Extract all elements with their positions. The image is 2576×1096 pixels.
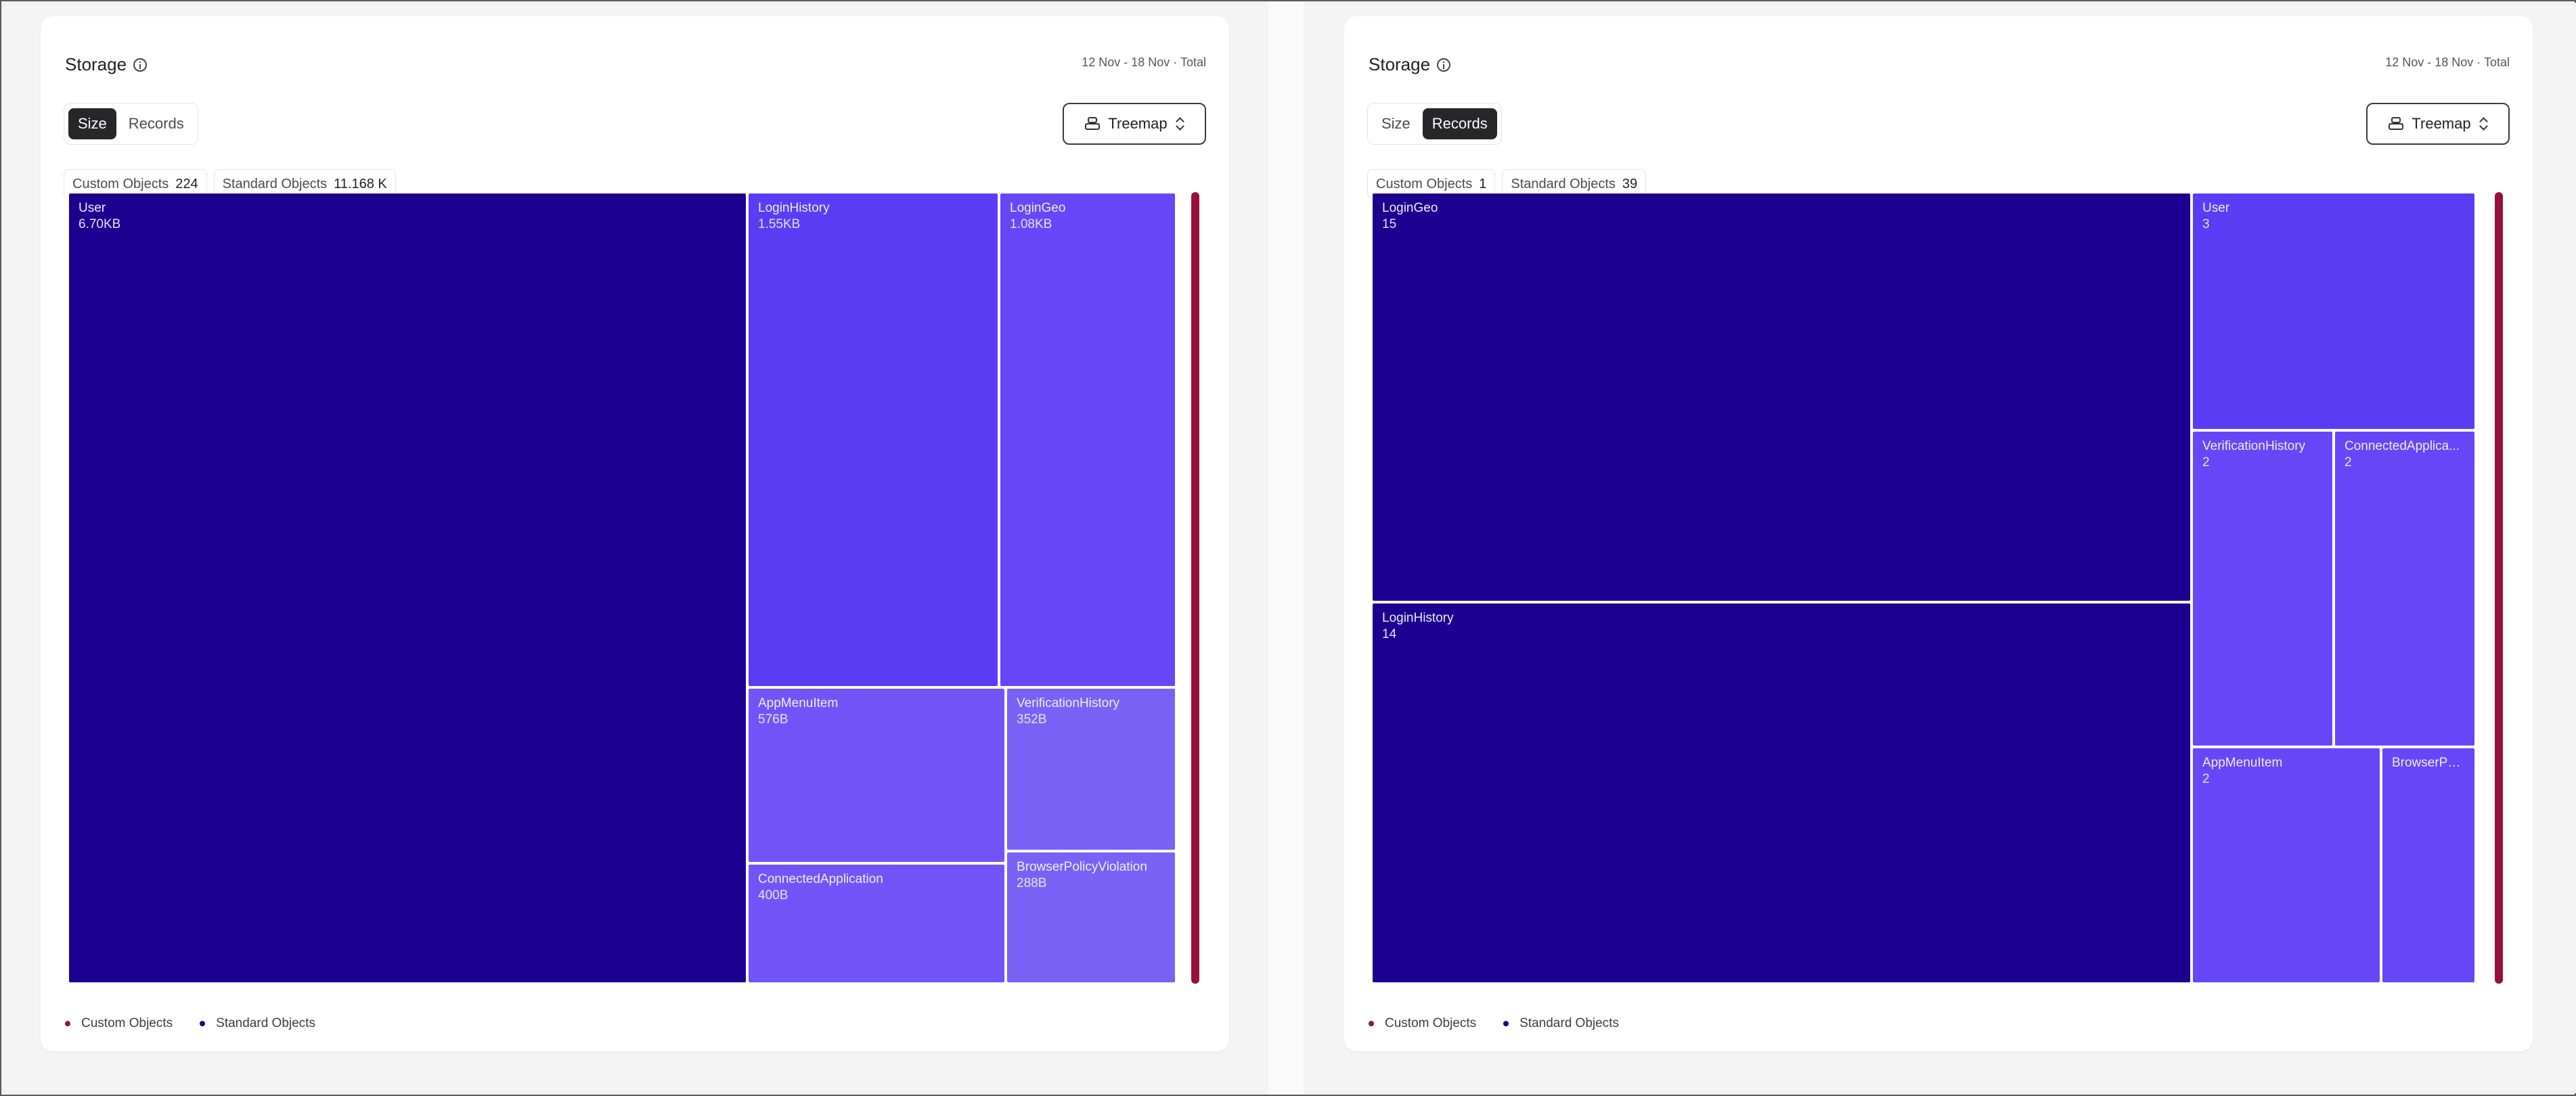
legend-label: Custom Objects (81, 1016, 173, 1030)
legend-label: Standard Objects (1519, 1016, 1619, 1030)
legend: Custom Objects Standard Objects (65, 1016, 315, 1031)
legend: Custom Objects Standard Objects (1369, 1016, 1619, 1031)
tile-value: 1.55KB (758, 217, 801, 231)
treemap-tile[interactable]: LoginHistory 14 (1371, 602, 2192, 984)
storage-card-size: Storage 12 Nov - 18 Nov · Total Size Rec… (41, 16, 1229, 1051)
tile-name: ConnectedApplication (758, 872, 883, 886)
chip-value: 39 (1622, 176, 1638, 191)
chip-value: 11.168 K (334, 176, 387, 191)
legend-dot (1503, 1021, 1509, 1026)
tile-value: 288B (1017, 876, 1047, 890)
card-title: Storage (1369, 54, 1451, 75)
toggle-records[interactable]: Records (1422, 108, 1497, 139)
toggle-size[interactable]: Size (1372, 108, 1420, 139)
legend-dot (1369, 1021, 1374, 1026)
treemap-tile[interactable]: BrowserPo... (2381, 747, 2476, 984)
treemap-tile[interactable]: ConnectedApplica... 2 (2334, 430, 2476, 747)
chip-value: 224 (175, 176, 198, 191)
tile-value: 576B (758, 712, 789, 727)
metric-toggle: Size Records (64, 103, 198, 145)
tile-value: 14 (1382, 627, 1397, 641)
tile-value: 15 (1382, 217, 1397, 231)
tile-name: VerificationHistory (1017, 696, 1120, 710)
custom-objects-bar[interactable] (1191, 192, 1199, 984)
tile-name: AppMenuItem (758, 696, 839, 710)
treemap-tile[interactable]: LoginGeo 15 (1371, 192, 2192, 602)
tile-name: User (79, 201, 106, 215)
tile-name: LoginHistory (758, 201, 830, 215)
treemap-tile[interactable]: VerificationHistory 352B (1006, 687, 1176, 851)
legend-dot (65, 1021, 70, 1026)
tile-value: 1.08KB (1010, 217, 1052, 231)
chevron-updown-icon (1176, 116, 1184, 131)
tile-value: 3 (2202, 217, 2210, 231)
chevron-updown-icon (2479, 116, 2487, 131)
layers-icon (2389, 117, 2404, 131)
toggle-size[interactable]: Size (68, 108, 116, 139)
treemap-tile[interactable]: AppMenuItem 576B (747, 687, 1006, 863)
tile-value: 352B (1017, 712, 1047, 727)
tile-name: LoginGeo (1010, 201, 1066, 215)
treemap-tile[interactable]: User 3 (2192, 192, 2476, 430)
tile-name: User (2202, 201, 2230, 215)
treemap-tile[interactable]: AppMenuItem 2 (2192, 747, 2381, 984)
card-title-text: Storage (65, 54, 127, 74)
tile-value: 6.70KB (79, 217, 121, 231)
custom-objects-bar[interactable] (2495, 192, 2503, 984)
date-range: 12 Nov - 18 Nov · Total (1082, 55, 1206, 69)
chart-type-label: Treemap (1108, 115, 1168, 132)
metric-toggle: Size Records (1367, 103, 1502, 145)
legend-item-standard[interactable]: Standard Objects (200, 1016, 315, 1031)
pane-divider (1268, 1, 1304, 1095)
legend-label: Standard Objects (216, 1016, 315, 1030)
tile-name: AppMenuItem (2202, 756, 2283, 770)
chip-label: Custom Objects (72, 176, 169, 191)
tile-value: 2 (2202, 455, 2210, 470)
info-icon[interactable] (133, 58, 148, 72)
treemap-tile[interactable]: ConnectedApplication 400B (747, 863, 1006, 984)
treemap-tile[interactable]: LoginGeo 1.08KB (999, 192, 1176, 687)
chart-type-select[interactable]: Treemap (2366, 103, 2510, 145)
treemap-tile[interactable]: BrowserPolicyViolation 288B (1006, 851, 1176, 984)
tile-value: 400B (758, 888, 789, 903)
card-title-text: Storage (1369, 54, 1431, 74)
tile-value: 2 (2345, 455, 2352, 470)
chart-type-select[interactable]: Treemap (1063, 103, 1206, 145)
toggle-records[interactable]: Records (119, 108, 194, 139)
tile-name: LoginHistory (1382, 611, 1454, 625)
treemap-records: LoginGeo 15 LoginHistory 14 User 3 Verif… (1371, 192, 2481, 984)
chip-value: 1 (1479, 176, 1487, 191)
card-title: Storage (65, 54, 148, 75)
treemap-size: User 6.70KB LoginHistory 1.55KB LoginGeo… (68, 192, 1178, 984)
tile-name: ConnectedApplica... (2345, 439, 2460, 453)
date-range: 12 Nov - 18 Nov · Total (2385, 55, 2510, 69)
legend-item-custom[interactable]: Custom Objects (1369, 1016, 1476, 1031)
legend-item-custom[interactable]: Custom Objects (65, 1016, 173, 1031)
legend-item-standard[interactable]: Standard Objects (1503, 1016, 1619, 1031)
legend-label: Custom Objects (1385, 1016, 1477, 1030)
chart-type-label: Treemap (2412, 115, 2471, 132)
tile-name: BrowserPolicyViolation (1017, 860, 1147, 874)
treemap-tile[interactable]: VerificationHistory 2 (2192, 430, 2334, 747)
tile-name: LoginGeo (1382, 201, 1438, 215)
chip-label: Standard Objects (1511, 176, 1616, 191)
chip-label: Standard Objects (222, 176, 328, 191)
chip-label: Custom Objects (1376, 176, 1473, 191)
legend-dot (200, 1021, 206, 1026)
tile-name: VerificationHistory (2202, 439, 2306, 453)
layers-icon (1085, 117, 1101, 131)
tile-name: BrowserPo... (2392, 756, 2465, 770)
treemap-tile[interactable]: LoginHistory 1.55KB (747, 192, 999, 687)
tile-value: 2 (2202, 772, 2210, 786)
info-icon[interactable] (1437, 58, 1451, 72)
storage-card-records: Storage 12 Nov - 18 Nov · Total Size Rec… (1344, 16, 2533, 1051)
treemap-tile[interactable]: User 6.70KB (68, 192, 747, 984)
